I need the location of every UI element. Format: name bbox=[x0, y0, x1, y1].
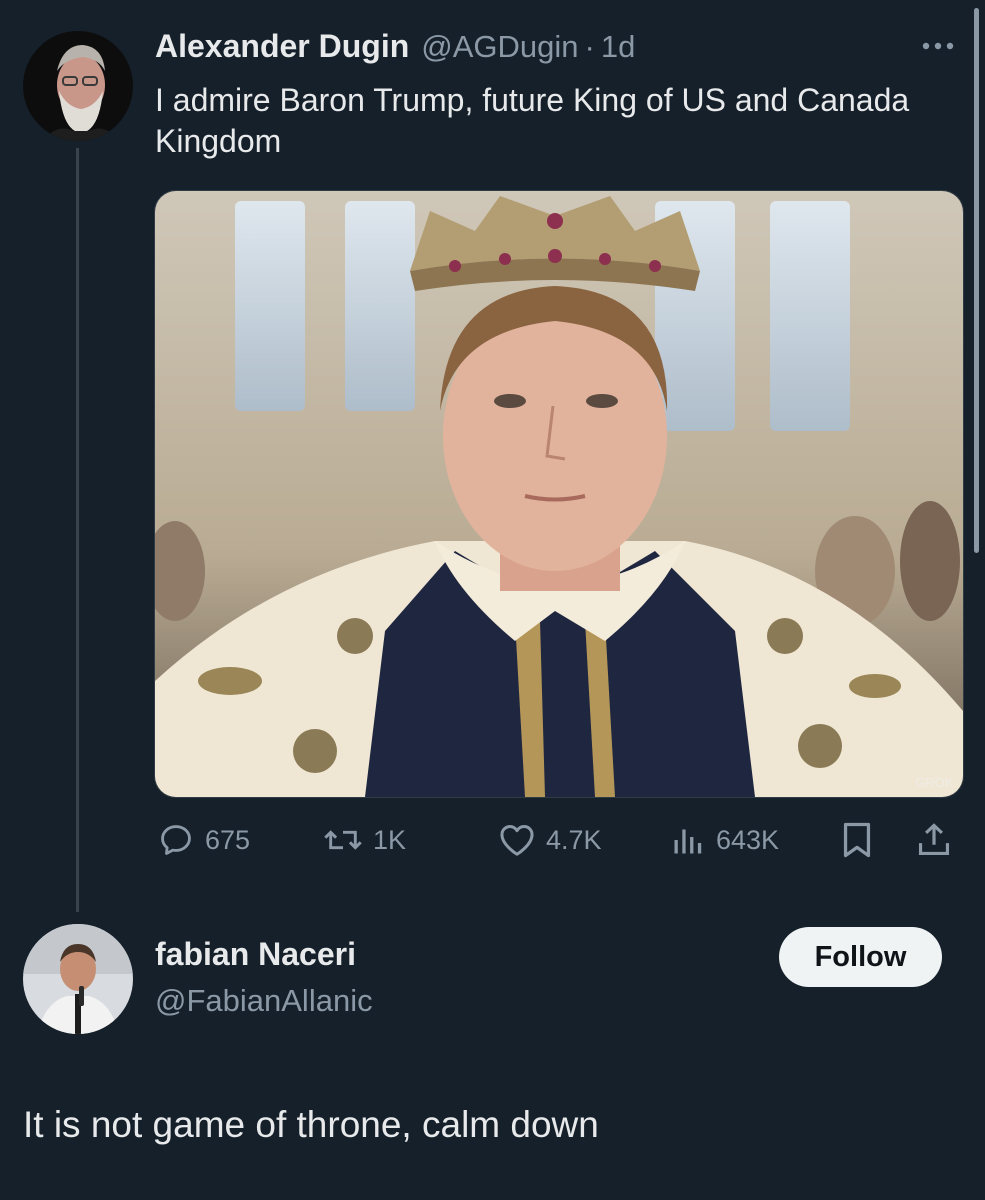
views-button[interactable]: 643K bbox=[670, 815, 779, 865]
media-watermark: GROK bbox=[915, 775, 954, 790]
retweet-count: 1K bbox=[373, 824, 407, 855]
thread-connector-line bbox=[76, 148, 79, 912]
retweet-button[interactable]: 1K bbox=[323, 815, 406, 865]
like-count: 4.7K bbox=[546, 824, 602, 855]
more-horizontal-icon bbox=[922, 42, 954, 50]
avatar-image bbox=[23, 31, 133, 141]
heart-icon bbox=[500, 825, 534, 856]
tweet-media-photo[interactable]: GROK bbox=[154, 190, 964, 798]
retweet-icon bbox=[324, 830, 362, 850]
tweet-actions-bar: 675 1K 4.7K 643K bbox=[155, 815, 960, 865]
tweet-text: I admire Baron Trump, future King of US … bbox=[155, 82, 910, 159]
views-chart-icon bbox=[674, 829, 702, 854]
reply-author-avatar[interactable] bbox=[23, 924, 133, 1034]
like-button[interactable]: 4.7K bbox=[498, 815, 602, 865]
reply-author-display-name[interactable]: fabian Naceri bbox=[155, 936, 356, 973]
author-avatar[interactable] bbox=[23, 31, 133, 141]
reply-text: It is not game of throne, calm down bbox=[23, 1104, 599, 1145]
scrollbar[interactable] bbox=[974, 8, 979, 553]
reply-author-handle[interactable]: @FabianAllanic bbox=[155, 983, 373, 1019]
views-count: 643K bbox=[716, 824, 780, 855]
coronation-photo: GROK bbox=[155, 191, 963, 797]
share-button[interactable] bbox=[915, 815, 953, 865]
tweet-timestamp[interactable]: 1d bbox=[601, 29, 635, 65]
share-icon bbox=[918, 823, 950, 856]
reply-icon bbox=[161, 825, 191, 855]
author-handle[interactable]: @AGDugin bbox=[421, 29, 578, 65]
author-display-name[interactable]: Alexander Dugin bbox=[155, 28, 409, 65]
avatar-image bbox=[23, 924, 133, 1034]
tweet-header: Alexander Dugin @AGDugin · 1d bbox=[155, 28, 635, 65]
reply-count: 675 bbox=[205, 824, 251, 855]
reply-button[interactable]: 675 bbox=[157, 815, 250, 865]
bookmark-icon bbox=[843, 822, 871, 858]
more-options-button[interactable] bbox=[918, 34, 958, 58]
separator-dot: · bbox=[584, 29, 595, 64]
bookmark-button[interactable] bbox=[839, 815, 875, 865]
follow-button[interactable]: Follow bbox=[779, 927, 942, 987]
